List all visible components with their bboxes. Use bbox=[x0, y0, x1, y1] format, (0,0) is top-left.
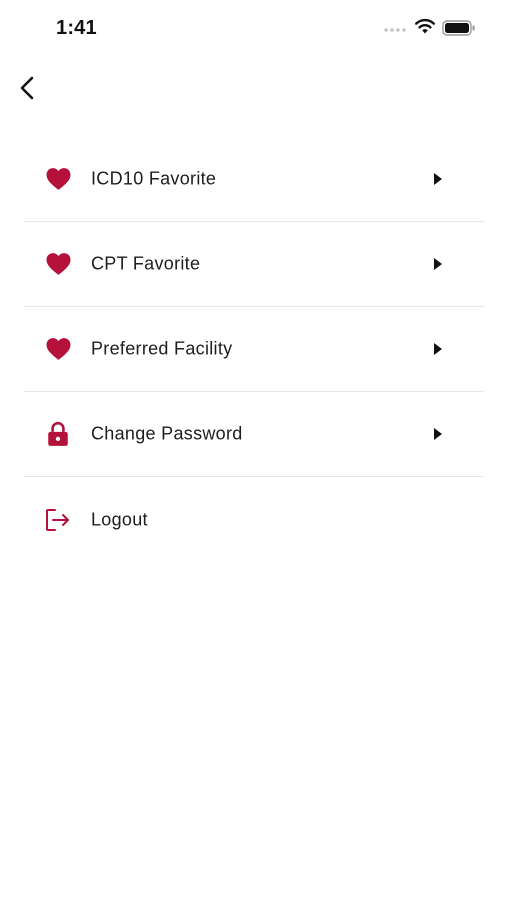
logout-icon bbox=[44, 506, 72, 534]
lock-icon bbox=[44, 420, 72, 448]
status-bar: 1:41 bbox=[0, 0, 507, 58]
menu-item-label: Change Password bbox=[91, 423, 243, 444]
menu-item-label: Preferred Facility bbox=[91, 338, 233, 359]
back-button[interactable] bbox=[10, 70, 46, 106]
heart-icon bbox=[44, 165, 72, 193]
menu-item-cpt-favorite[interactable]: CPT Favorite bbox=[24, 222, 484, 307]
caret-right-icon bbox=[434, 173, 442, 185]
heart-icon bbox=[44, 335, 72, 363]
signal-dots-icon bbox=[384, 28, 406, 32]
caret-right-icon bbox=[434, 258, 442, 270]
chevron-left-icon bbox=[20, 76, 34, 100]
heart-icon bbox=[44, 250, 72, 278]
wifi-icon bbox=[415, 18, 435, 34]
settings-menu: ICD10 Favorite CPT Favorite Preferred Fa… bbox=[24, 137, 484, 562]
caret-right-icon bbox=[434, 428, 442, 440]
battery-icon bbox=[442, 20, 475, 36]
status-time: 1:41 bbox=[56, 17, 97, 39]
menu-item-change-password[interactable]: Change Password bbox=[24, 392, 484, 477]
menu-item-preferred-facility[interactable]: Preferred Facility bbox=[24, 307, 484, 392]
menu-item-label: CPT Favorite bbox=[91, 253, 201, 274]
caret-right-icon bbox=[434, 343, 442, 355]
menu-item-icd10-favorite[interactable]: ICD10 Favorite bbox=[24, 137, 484, 222]
menu-item-logout[interactable]: Logout bbox=[24, 477, 484, 562]
settings-screen: 1:41 ICD10 Favorite CPT Favorite Preferr… bbox=[0, 0, 507, 900]
menu-item-label: ICD10 Favorite bbox=[91, 168, 217, 189]
menu-item-label: Logout bbox=[91, 509, 148, 529]
